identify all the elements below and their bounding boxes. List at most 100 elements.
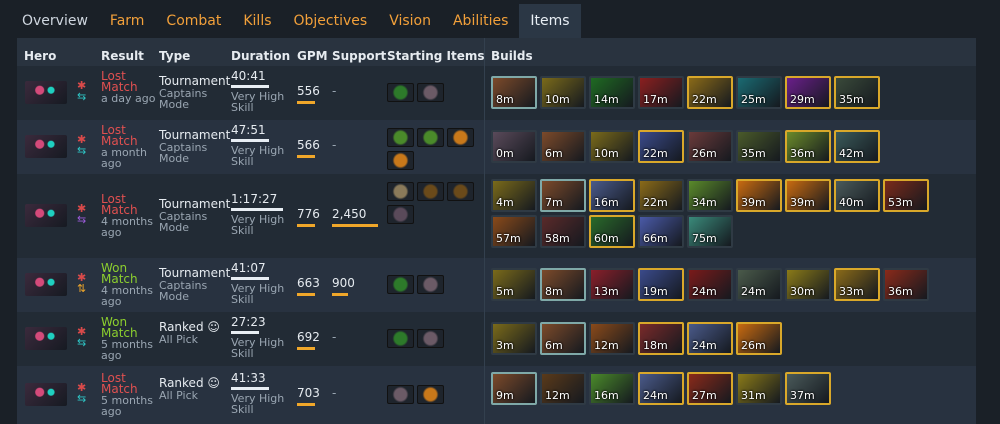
build-item-icon[interactable]: 19m xyxy=(638,268,684,301)
starting-item-icon[interactable] xyxy=(387,385,414,404)
starting-item-icon[interactable] xyxy=(417,329,444,348)
col-gpm[interactable]: GPM xyxy=(297,49,328,63)
starting-item-icon[interactable] xyxy=(387,151,414,170)
build-item-icon[interactable]: 5m xyxy=(491,268,537,301)
build-item-icon[interactable]: 58m xyxy=(540,215,586,248)
build-item-icon[interactable]: 24m xyxy=(687,322,733,355)
build-item-icon[interactable]: 33m xyxy=(834,268,880,301)
build-item-icon[interactable]: 39m xyxy=(785,179,831,212)
col-support[interactable]: Support xyxy=(332,49,386,63)
col-hero[interactable]: Hero xyxy=(24,49,56,63)
build-item-icon[interactable]: 10m xyxy=(540,76,586,109)
starting-item-icon[interactable] xyxy=(417,275,444,294)
build-item-icon[interactable]: 29m xyxy=(785,76,831,109)
col-result[interactable]: Result xyxy=(101,49,144,63)
starting-item-icon[interactable] xyxy=(387,83,414,102)
tab-objectives[interactable]: Objectives xyxy=(283,4,379,38)
starting-item-icon[interactable] xyxy=(447,128,474,147)
tab-items[interactable]: Items xyxy=(519,4,581,38)
match-result[interactable]: Lost Match 5 months ago xyxy=(101,372,161,417)
build-item-icon[interactable]: 17m xyxy=(638,76,684,109)
hero-portrait[interactable] xyxy=(25,135,67,158)
build-item-icon[interactable]: 0m xyxy=(491,130,537,163)
build-item-icon[interactable]: 8m xyxy=(540,268,586,301)
build-item-icon[interactable]: 18m xyxy=(638,322,684,355)
tab-vision[interactable]: Vision xyxy=(378,4,442,38)
build-item-icon[interactable]: 25m xyxy=(736,76,782,109)
hero-portrait[interactable] xyxy=(25,81,67,104)
build-item-icon[interactable]: 26m xyxy=(687,130,733,163)
starting-item-icon[interactable] xyxy=(417,182,444,201)
build-item-icon[interactable]: 16m xyxy=(589,372,635,405)
build-item-icon[interactable]: 42m xyxy=(834,130,880,163)
table-row[interactable]: ✱ ⇆ Won Match 5 months ago Ranked ☺ All Pick 2… xyxy=(17,312,976,366)
col-type[interactable]: Type xyxy=(159,49,190,63)
starting-item-icon[interactable] xyxy=(387,275,414,294)
build-item-icon[interactable]: 57m xyxy=(491,215,537,248)
build-item-icon[interactable]: 35m xyxy=(736,130,782,163)
starting-item-icon[interactable] xyxy=(417,128,444,147)
build-item-icon[interactable]: 26m xyxy=(736,322,782,355)
starting-item-icon[interactable] xyxy=(447,182,474,201)
match-result[interactable]: Won Match 5 months ago xyxy=(101,316,161,361)
starting-item-icon[interactable] xyxy=(417,83,444,102)
build-item-icon[interactable]: 60m xyxy=(589,215,635,248)
tab-kills[interactable]: Kills xyxy=(232,4,282,38)
build-item-icon[interactable]: 35m xyxy=(834,76,880,109)
table-row[interactable]: ✱ ⇆ Lost Match 4 months ago Tournament Captai… xyxy=(17,174,976,258)
build-item-icon[interactable]: 10m xyxy=(589,130,635,163)
starting-item-icon[interactable] xyxy=(387,182,414,201)
starting-item-icon[interactable] xyxy=(387,128,414,147)
build-item-icon[interactable]: 22m xyxy=(638,179,684,212)
build-item-icon[interactable]: 22m xyxy=(687,76,733,109)
build-item-icon[interactable]: 39m xyxy=(736,179,782,212)
build-item-icon[interactable]: 3m xyxy=(491,322,537,355)
build-item-icon[interactable]: 13m xyxy=(589,268,635,301)
build-item-icon[interactable]: 75m xyxy=(687,215,733,248)
tab-abilities[interactable]: Abilities xyxy=(442,4,519,38)
match-result[interactable]: Lost Match 4 months ago xyxy=(101,193,161,238)
build-item-icon[interactable]: 12m xyxy=(589,322,635,355)
col-builds[interactable]: Builds xyxy=(491,49,533,63)
build-item-icon[interactable]: 6m xyxy=(540,130,586,163)
build-item-icon[interactable]: 66m xyxy=(638,215,684,248)
build-item-icon[interactable]: 22m xyxy=(638,130,684,163)
build-item-icon[interactable]: 53m xyxy=(883,179,929,212)
tab-overview[interactable]: Overview xyxy=(11,4,99,38)
match-result[interactable]: Won Match 4 months ago xyxy=(101,262,161,307)
col-duration[interactable]: Duration xyxy=(231,49,290,63)
hero-portrait[interactable] xyxy=(25,327,67,350)
build-item-icon[interactable]: 24m xyxy=(687,268,733,301)
build-item-icon[interactable]: 30m xyxy=(785,268,831,301)
build-item-icon[interactable]: 24m xyxy=(736,268,782,301)
hero-portrait[interactable] xyxy=(25,204,67,227)
build-item-icon[interactable]: 24m xyxy=(638,372,684,405)
build-item-icon[interactable]: 36m xyxy=(883,268,929,301)
build-item-icon[interactable]: 27m xyxy=(687,372,733,405)
starting-item-icon[interactable] xyxy=(387,329,414,348)
table-row[interactable]: ✱ ⇆ Lost Match a month ago Tournament Captain… xyxy=(17,120,976,174)
build-item-icon[interactable]: 40m xyxy=(834,179,880,212)
build-item-icon[interactable]: 14m xyxy=(589,76,635,109)
build-item-icon[interactable]: 9m xyxy=(491,372,537,405)
starting-item-icon[interactable] xyxy=(387,205,414,224)
build-item-icon[interactable]: 6m xyxy=(540,322,586,355)
build-item-icon[interactable]: 8m xyxy=(491,76,537,109)
build-item-icon[interactable]: 7m xyxy=(540,179,586,212)
col-starting-items[interactable]: Starting Items xyxy=(387,49,485,63)
match-result[interactable]: Lost Match a month ago xyxy=(101,124,161,169)
starting-item-icon[interactable] xyxy=(417,385,444,404)
build-item-icon[interactable]: 16m xyxy=(589,179,635,212)
build-item-icon[interactable]: 37m xyxy=(785,372,831,405)
tab-farm[interactable]: Farm xyxy=(99,4,156,38)
hero-portrait[interactable] xyxy=(25,273,67,296)
build-item-icon[interactable]: 36m xyxy=(785,130,831,163)
match-result[interactable]: Lost Match a day ago xyxy=(101,70,161,104)
build-item-icon[interactable]: 4m xyxy=(491,179,537,212)
build-item-icon[interactable]: 34m xyxy=(687,179,733,212)
hero-portrait[interactable] xyxy=(25,383,67,406)
tab-combat[interactable]: Combat xyxy=(155,4,232,38)
table-row[interactable]: ✱ ⇆ Lost Match 5 months ago Ranked ☺ All Pick… xyxy=(17,366,976,424)
table-row[interactable]: ✱ ⇅ Won Match 4 months ago Tournament Captain… xyxy=(17,258,976,312)
build-item-icon[interactable]: 12m xyxy=(540,372,586,405)
